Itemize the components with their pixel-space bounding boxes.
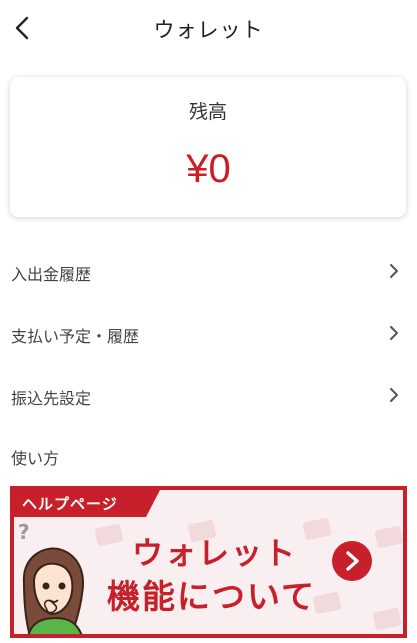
menu-item-payment-schedule[interactable]: 支払い予定・履歴: [0, 310, 417, 358]
chevron-right-icon: [390, 388, 398, 402]
card-decoration-icon: [302, 517, 332, 541]
menu-item-label: 入出金履歴: [11, 265, 92, 284]
help-page-tab: ヘルプページ: [14, 490, 146, 517]
card-decoration-icon: [374, 525, 403, 549]
menu-item-deposit-history[interactable]: 入出金履歴: [0, 248, 417, 296]
card-decoration-icon: [372, 607, 402, 631]
banner-title-line1: ウォレット: [132, 536, 297, 572]
chevron-right-icon: [390, 264, 398, 278]
menu-item-transfer-settings[interactable]: 振込先設定: [0, 372, 417, 420]
banner-title-line2: 機能について: [107, 577, 317, 616]
chevron-right-icon: [346, 551, 359, 571]
menu-item-label: 振込先設定: [11, 389, 92, 408]
menu-item-how-to-use[interactable]: 使い方: [0, 432, 417, 480]
header: ウォレット: [0, 0, 417, 56]
help-tab-notch: [146, 490, 160, 517]
balance-value: ¥0: [186, 147, 231, 191]
question-mark-icon: ?: [18, 520, 30, 544]
help-page-tab-label: ヘルプページ: [22, 495, 118, 513]
page-title: ウォレット: [153, 18, 264, 42]
balance-label: 残高: [188, 101, 227, 123]
wallet-page: ウォレット 残高 ¥0 入出金履歴 支払い予定・履歴 振込先設定 使い方 ヘルプ…: [0, 0, 417, 643]
menu-item-label: 使い方: [11, 449, 60, 468]
help-banner[interactable]: ヘルプページ ? ウォレット 機能について: [10, 486, 407, 638]
banner-arrow-button[interactable]: [332, 541, 372, 581]
card-decoration-icon: [312, 591, 342, 615]
menu-item-label: 支払い予定・履歴: [11, 327, 140, 346]
character-illustration-icon: [22, 547, 84, 634]
card-decoration-icon: [94, 523, 124, 547]
chevron-right-icon: [390, 326, 398, 340]
